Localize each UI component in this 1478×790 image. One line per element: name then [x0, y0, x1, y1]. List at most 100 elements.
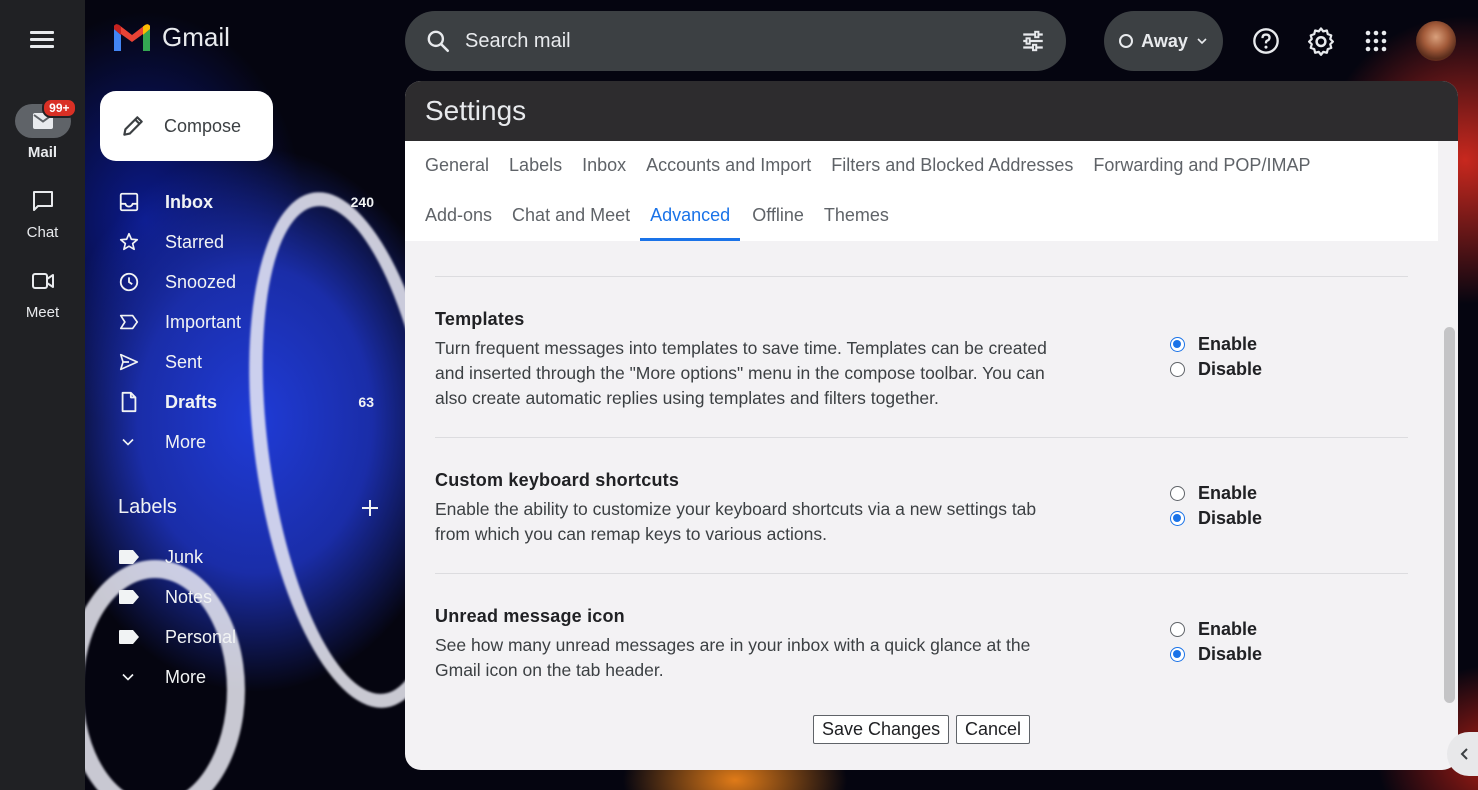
templates-enable-radio[interactable]: Enable — [1170, 332, 1262, 357]
inbox-icon — [119, 192, 139, 212]
nav-item-label: Important — [165, 311, 242, 332]
templates-disable-radio[interactable]: Disable — [1170, 357, 1262, 382]
label-item-label: Junk — [165, 546, 204, 567]
label-item-notes[interactable]: Notes — [118, 577, 388, 617]
setting-description: Enable the ability to customize your key… — [435, 499, 1037, 544]
nav-item-label: Sent — [165, 351, 203, 372]
status-dropdown[interactable]: Away — [1104, 11, 1223, 71]
star-icon — [119, 232, 139, 251]
app-rail: 99+ Mail Chat Meet — [0, 0, 85, 790]
rail-item-meet[interactable]: Meet — [0, 264, 85, 321]
shortcuts-enable-radio[interactable]: Enable — [1170, 481, 1262, 506]
rail-item-label: Chat — [26, 224, 59, 241]
add-label-icon[interactable] — [360, 498, 380, 518]
nav-item-label: Drafts — [165, 391, 218, 412]
tab-general[interactable]: General — [425, 155, 489, 176]
setting-keyboard-shortcuts: Custom keyboard shortcuts Enable the abi… — [435, 470, 1085, 547]
tab-accounts-import[interactable]: Accounts and Import — [646, 155, 811, 176]
label-item-personal[interactable]: Personal — [118, 617, 388, 657]
draft-icon — [121, 391, 137, 413]
main-menu-button[interactable] — [26, 28, 58, 54]
nav-item-sent[interactable]: Sent — [118, 342, 388, 382]
tab-inbox[interactable]: Inbox — [582, 155, 626, 176]
nav-item-count: 240 — [350, 194, 374, 210]
label-item-junk[interactable]: Junk — [118, 537, 388, 577]
labels-section-header: Labels — [118, 496, 380, 519]
unread-icon-disable-radio[interactable]: Disable — [1170, 642, 1262, 667]
setting-title: Unread message icon — [435, 606, 625, 626]
tab-add-ons[interactable]: Add-ons — [425, 205, 492, 226]
unread-icon-radio-group: Enable Disable — [1170, 617, 1262, 667]
status-label: Away — [1141, 30, 1188, 51]
nav-item-label: Starred — [165, 231, 225, 252]
label-tag-icon — [119, 590, 139, 604]
compose-button[interactable]: Compose — [100, 91, 273, 161]
nav-item-label: Snoozed — [165, 271, 237, 292]
nav-item-label: More — [165, 431, 207, 452]
clock-icon — [119, 272, 139, 292]
nav-item-more[interactable]: More — [118, 422, 388, 462]
label-item-label: Notes — [165, 586, 213, 607]
shortcuts-radio-group: Enable Disable — [1170, 481, 1262, 531]
status-away-icon — [1119, 34, 1134, 48]
tab-themes[interactable]: Themes — [824, 205, 889, 226]
video-camera-icon — [31, 273, 54, 289]
settings-title: Settings — [405, 81, 1458, 141]
unread-icon-enable-radio[interactable]: Enable — [1170, 617, 1262, 642]
gmail-logo[interactable]: Gmail — [112, 22, 230, 53]
search-bar[interactable]: Search mail — [405, 11, 1066, 71]
chevron-left-icon — [1460, 748, 1468, 760]
tab-chat-meet[interactable]: Chat and Meet — [512, 205, 630, 226]
chevron-down-icon — [1197, 38, 1207, 45]
tab-forwarding[interactable]: Forwarding and POP/IMAP — [1093, 155, 1310, 176]
scrollbar-thumb[interactable] — [1444, 327, 1455, 703]
section-divider — [435, 276, 1408, 277]
send-icon — [119, 353, 139, 371]
apps-grid-icon — [1365, 30, 1387, 52]
setting-description: See how many unread messages are in your… — [435, 635, 1031, 680]
section-divider — [435, 573, 1408, 574]
label-item-more[interactable]: More — [118, 657, 388, 697]
settings-tabs: General Labels Inbox Accounts and Import… — [405, 141, 1438, 241]
tab-offline[interactable]: Offline — [752, 205, 804, 226]
setting-templates: Templates Turn frequent messages into te… — [435, 309, 1085, 411]
important-icon — [119, 314, 139, 330]
help-icon — [1253, 28, 1279, 54]
nav-item-starred[interactable]: Starred — [118, 222, 388, 262]
tab-filters[interactable]: Filters and Blocked Addresses — [831, 155, 1073, 176]
account-avatar[interactable] — [1416, 21, 1456, 61]
label-item-label: More — [165, 666, 207, 687]
rail-item-mail[interactable]: 99+ Mail — [0, 98, 85, 161]
apps-button[interactable] — [1361, 26, 1391, 56]
mail-unread-badge: 99+ — [42, 98, 77, 118]
chevron-down-icon — [122, 438, 134, 446]
search-options-icon[interactable] — [1020, 28, 1046, 54]
tab-labels[interactable]: Labels — [509, 155, 562, 176]
chevron-down-icon — [122, 673, 134, 681]
app-name: Gmail — [162, 22, 230, 52]
nav-item-important[interactable]: Important — [118, 302, 388, 342]
shortcuts-disable-radio[interactable]: Disable — [1170, 506, 1262, 531]
setting-description: Turn frequent messages into templates to… — [435, 338, 1047, 408]
search-icon[interactable] — [425, 28, 451, 54]
settings-button[interactable] — [1306, 26, 1336, 56]
save-changes-button[interactable]: Save Changes — [813, 715, 950, 744]
search-input[interactable]: Search mail — [465, 30, 1020, 53]
nav-item-drafts[interactable]: Drafts 63 — [118, 382, 388, 422]
nav-item-inbox[interactable]: Inbox 240 — [118, 182, 388, 222]
label-tag-icon — [119, 550, 139, 564]
help-button[interactable] — [1251, 26, 1281, 56]
setting-title: Templates — [435, 309, 525, 329]
rail-item-label: Meet — [25, 304, 60, 321]
rail-item-chat[interactable]: Chat — [0, 184, 85, 241]
nav-item-count: 63 — [358, 394, 374, 410]
section-divider — [435, 437, 1408, 438]
nav-item-snoozed[interactable]: Snoozed — [118, 262, 388, 302]
gmail-m-icon — [114, 23, 150, 51]
settings-scrollbar[interactable] — [1440, 141, 1458, 770]
pencil-icon — [123, 116, 143, 136]
tab-advanced[interactable]: Advanced — [640, 205, 741, 241]
cancel-button[interactable]: Cancel — [956, 715, 1031, 744]
setting-unread-icon: Unread message icon See how many unread … — [435, 606, 1085, 683]
settings-panel: Settings General Labels Inbox Accounts a… — [405, 81, 1458, 770]
